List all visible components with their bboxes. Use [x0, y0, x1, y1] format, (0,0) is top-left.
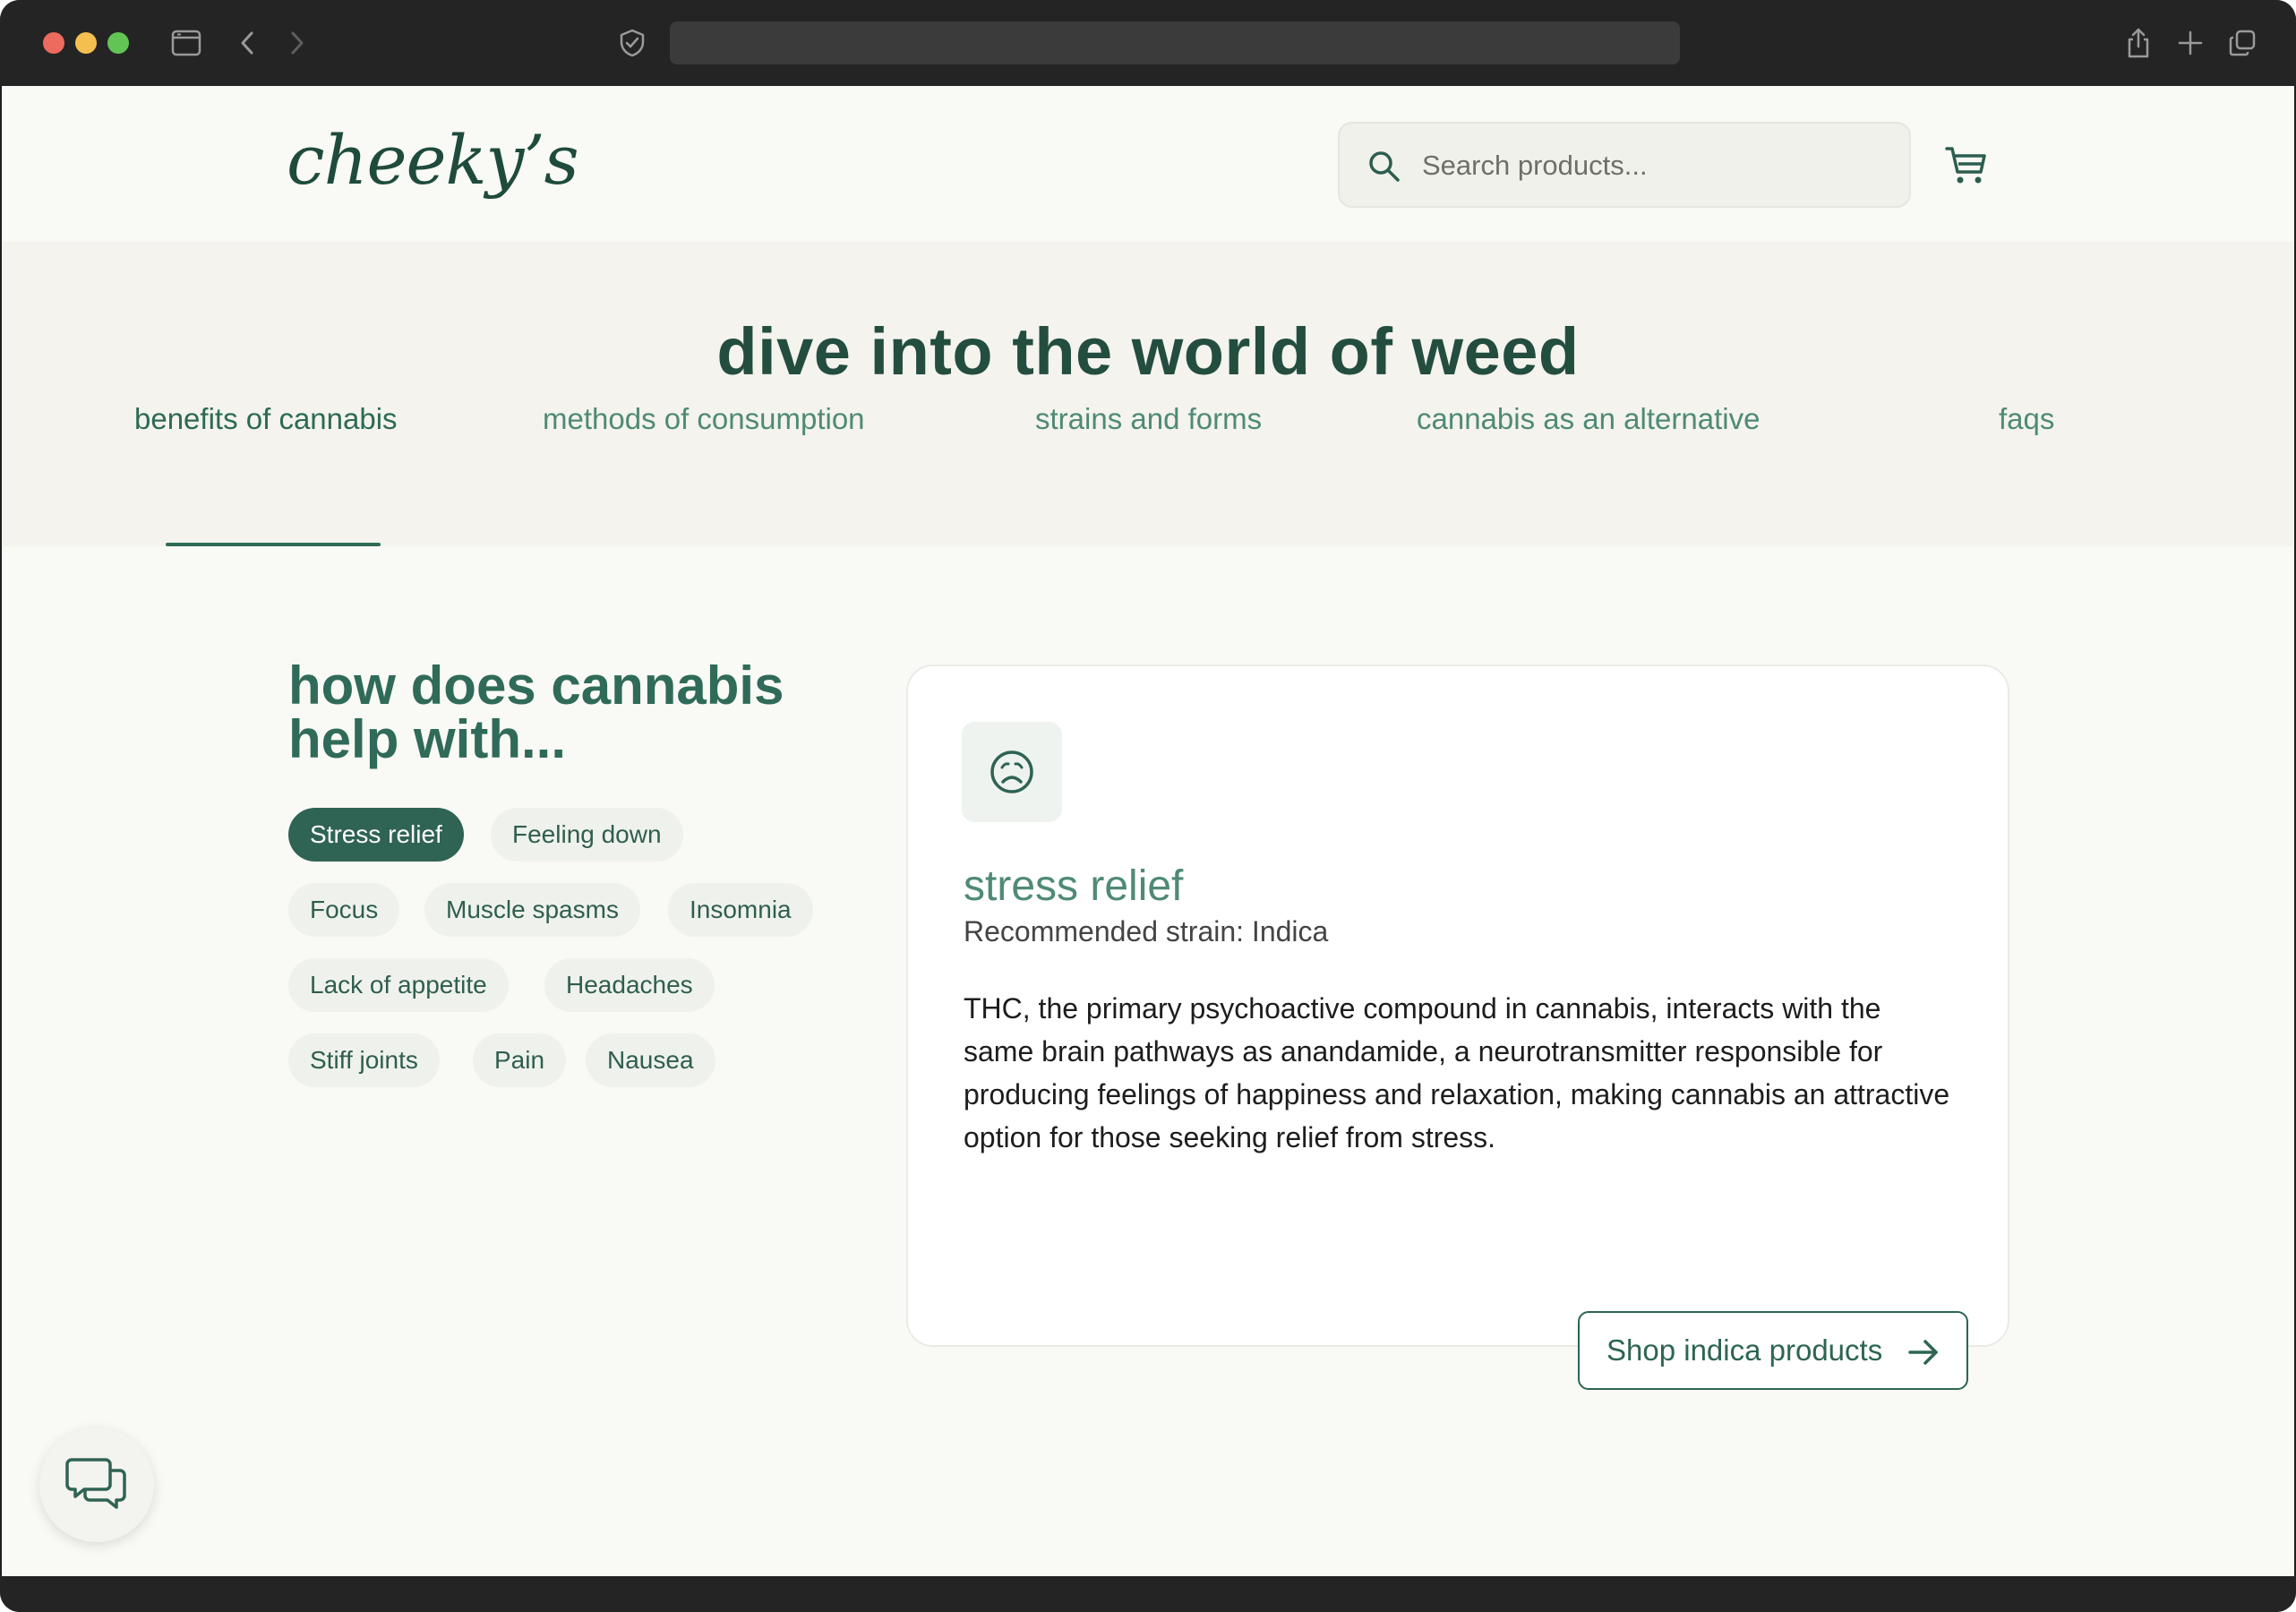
shop-indica-button[interactable]: Shop indica products — [1578, 1311, 1968, 1390]
card-title: stress relief — [964, 862, 1184, 910]
shop-button-label: Shop indica products — [1606, 1333, 1883, 1367]
hero-section: dive into the world of weed — [2, 242, 2294, 546]
arrow-right-icon — [1908, 1340, 1938, 1365]
new-tab-icon[interactable] — [2172, 25, 2208, 61]
tab-strains-and-forms[interactable]: strains and forms — [1035, 402, 1262, 436]
chip-pain[interactable]: Pain — [473, 1033, 567, 1087]
forward-arrow-icon[interactable] — [279, 25, 315, 61]
tab-methods-of-consumption[interactable]: methods of consumption — [543, 402, 865, 436]
card-description: THC, the primary psychoactive compound i… — [964, 992, 1950, 1153]
tab-faqs[interactable]: faqs — [1999, 402, 2054, 436]
site-logo[interactable]: cheeky’s — [287, 120, 579, 200]
chip-stress-relief[interactable]: Stress relief — [288, 808, 464, 862]
chip-muscle-spasms[interactable]: Muscle spasms — [424, 883, 640, 937]
search-icon — [1369, 151, 1400, 182]
maximize-window-button[interactable] — [107, 32, 129, 54]
help-heading: how does cannabis help with... — [288, 659, 844, 767]
chat-button[interactable] — [39, 1428, 154, 1542]
minimize-window-button[interactable] — [75, 32, 97, 54]
share-icon[interactable] — [2120, 25, 2156, 61]
tab-benefits-of-cannabis[interactable]: benefits of cannabis — [134, 402, 398, 436]
frown-face-icon — [990, 750, 1033, 793]
address-bar[interactable] — [670, 21, 1680, 64]
chip-lack-of-appetite[interactable]: Lack of appetite — [288, 958, 509, 1012]
chat-bubbles-icon — [65, 1458, 126, 1509]
privacy-shield-icon[interactable] — [614, 25, 650, 61]
active-tab-indicator — [166, 543, 381, 546]
chip-insomnia[interactable]: Insomnia — [668, 883, 813, 937]
chip-feeling-down[interactable]: Feeling down — [491, 808, 683, 862]
chip-focus[interactable]: Focus — [288, 883, 400, 937]
window-bottom-edge — [0, 1576, 2296, 1612]
tab-overview-icon[interactable] — [2224, 25, 2260, 61]
card-icon-container — [962, 722, 1062, 822]
browser-window: cheeky’s dive into the world of weed ben… — [0, 0, 2296, 1612]
close-window-button[interactable] — [43, 32, 64, 54]
search-box[interactable] — [1338, 122, 1911, 208]
help-heading-line-2: help with... — [288, 709, 566, 769]
search-input[interactable] — [1422, 143, 1888, 188]
help-heading-line-1: how does cannabis — [288, 656, 784, 716]
tab-cannabis-as-an-alternative[interactable]: cannabis as an alternative — [1417, 402, 1760, 436]
sidebar-toggle-icon[interactable] — [168, 25, 204, 61]
chip-stiff-joints[interactable]: Stiff joints — [288, 1033, 440, 1087]
benefit-detail-card: stress relief Recommended strain: Indica… — [906, 665, 2009, 1390]
chip-nausea[interactable]: Nausea — [586, 1033, 715, 1087]
chip-headaches[interactable]: Headaches — [544, 958, 715, 1012]
browser-toolbar — [0, 0, 2296, 86]
back-arrow-icon[interactable] — [229, 25, 265, 61]
hero-title: dive into the world of weed — [716, 314, 1580, 389]
recommended-strain: Recommended strain: Indica — [964, 915, 1329, 947]
cart-icon[interactable] — [1943, 141, 1990, 188]
web-page: cheeky’s dive into the world of weed ben… — [2, 86, 2294, 1576]
